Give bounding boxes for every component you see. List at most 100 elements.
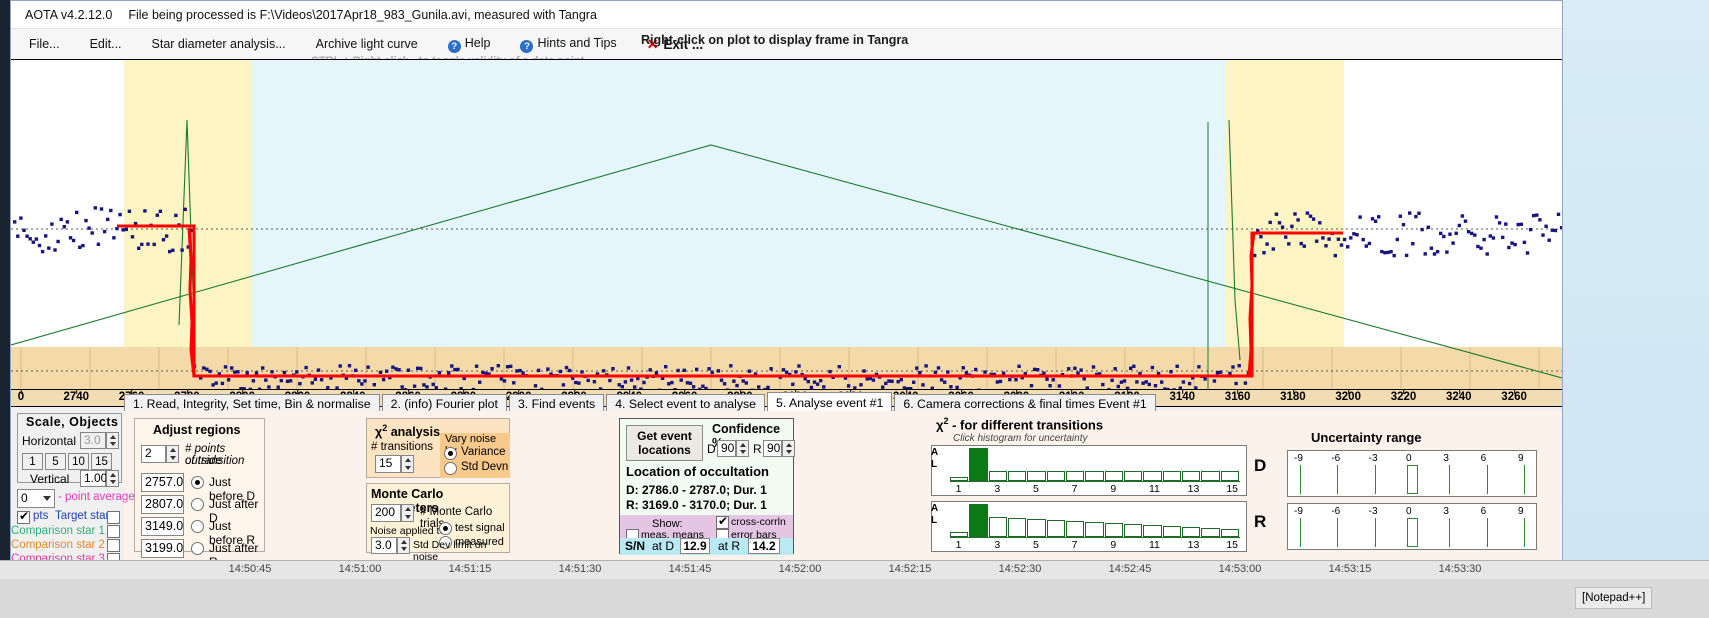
data-point[interactable] [1398,214,1403,218]
get-event-locations-button[interactable]: Get event locations [626,425,703,461]
vary-noise-radio-std-devn[interactable] [444,462,457,475]
data-point[interactable] [1073,366,1077,370]
data-point[interactable] [1513,242,1517,247]
data-point[interactable] [499,377,504,381]
data-point[interactable] [1439,231,1443,236]
histogram-bar[interactable] [1124,471,1143,481]
data-point[interactable] [28,237,32,241]
data-point[interactable] [304,365,308,370]
histogram-bar[interactable] [969,504,988,537]
data-point[interactable] [806,379,810,384]
data-point[interactable] [1426,225,1430,229]
data-point[interactable] [1476,244,1480,249]
data-point[interactable] [943,380,947,384]
data-point[interactable] [1429,246,1434,250]
data-point[interactable] [245,371,249,375]
data-point[interactable] [1132,364,1136,368]
histogram-bar[interactable] [1085,521,1104,537]
pts-checkbox[interactable] [17,509,30,524]
data-point[interactable] [1234,381,1238,386]
data-point[interactable] [1135,380,1139,384]
data-point[interactable] [412,384,417,388]
data-point[interactable] [797,364,801,368]
data-point[interactable] [1389,250,1393,254]
data-point[interactable] [140,242,144,247]
data-point[interactable] [722,382,727,386]
histogram-bar[interactable] [1046,519,1065,537]
data-point[interactable] [1342,237,1347,242]
data-point[interactable] [1048,384,1052,388]
data-point[interactable] [1485,252,1489,256]
confidence-r-value[interactable]: 90 [763,440,782,457]
data-point[interactable] [1550,228,1554,232]
data-point[interactable] [1516,222,1520,227]
data-point[interactable] [1491,236,1496,240]
data-point[interactable] [1113,367,1117,371]
data-point[interactable] [1321,236,1325,240]
data-point[interactable] [1482,237,1486,242]
data-point[interactable] [1141,381,1145,385]
data-point[interactable] [230,366,234,370]
zoom-button-15[interactable]: 15 [91,453,112,470]
data-point[interactable] [84,218,88,223]
data-point[interactable] [946,370,950,374]
data-point[interactable] [75,210,79,215]
data-point[interactable] [37,243,42,248]
data-point[interactable] [397,368,401,372]
data-point[interactable] [168,249,172,254]
data-point[interactable] [354,368,358,372]
data-point[interactable] [890,379,894,383]
data-point[interactable] [1277,221,1282,225]
data-point[interactable] [1501,235,1505,240]
histogram-bar[interactable] [988,471,1007,481]
data-point[interactable] [592,380,597,384]
data-point[interactable] [676,368,680,373]
data-point[interactable] [1395,237,1399,242]
data-point[interactable] [90,231,94,235]
data-point[interactable] [40,249,45,254]
histogram-bar[interactable] [1027,518,1046,537]
data-point[interactable] [1559,226,1562,230]
histogram-bar[interactable] [1085,471,1104,481]
data-point[interactable] [1547,238,1551,242]
data-point[interactable] [1079,368,1083,372]
data-point[interactable] [794,370,798,374]
data-point[interactable] [1423,252,1427,256]
data-point[interactable] [812,380,817,384]
data-point[interactable] [1532,213,1536,218]
data-point[interactable] [1404,253,1409,258]
data-point[interactable] [270,370,274,374]
data-point[interactable] [1460,214,1465,218]
data-point[interactable] [394,367,398,371]
taskbar-item-notepad[interactable]: [Notepad++] [1575,587,1653,609]
data-point[interactable] [127,209,132,213]
chi-transitions-value[interactable]: 15 [375,455,401,473]
data-point[interactable] [496,364,500,368]
data-point[interactable] [1051,378,1055,382]
histogram-bar[interactable] [1220,471,1239,481]
uncertainty-marker[interactable] [1407,518,1418,547]
data-point[interactable] [223,365,228,369]
vary-noise-radio-variance[interactable] [444,447,457,460]
histogram-bar[interactable] [1008,471,1027,481]
data-point[interactable] [313,377,318,381]
data-point[interactable] [509,364,513,368]
data-point[interactable] [1370,217,1375,221]
data-point[interactable] [1147,382,1151,387]
data-point[interactable] [1259,235,1263,239]
data-point[interactable] [319,378,324,382]
monte-carlo-trials-value[interactable]: 200 [371,504,401,522]
data-point[interactable] [1218,370,1223,374]
data-point[interactable] [1029,384,1034,388]
data-point[interactable] [87,226,91,230]
data-point[interactable] [1417,211,1421,215]
data-point[interactable] [490,367,494,371]
histogram-bar[interactable] [1162,471,1181,481]
data-point[interactable] [261,366,265,370]
data-point[interactable] [1355,233,1359,237]
data-point[interactable] [1181,380,1186,384]
data-point[interactable] [574,380,578,385]
data-point[interactable] [205,367,209,371]
data-point[interactable] [1414,214,1418,219]
data-point[interactable] [180,248,184,252]
